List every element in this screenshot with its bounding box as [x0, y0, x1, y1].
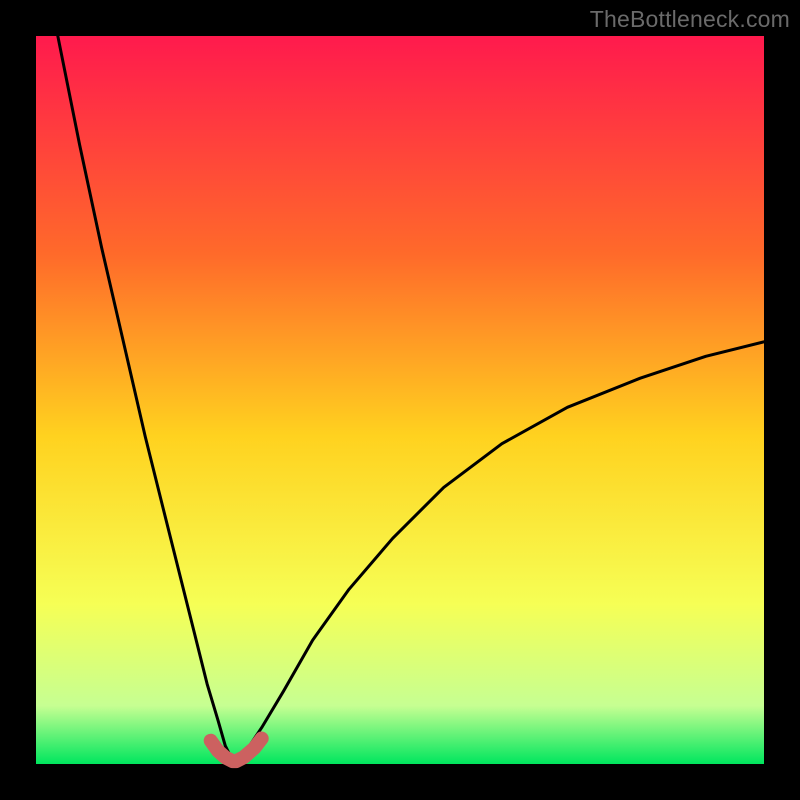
bottleneck-chart — [0, 0, 800, 800]
app-frame: TheBottleneck.com — [0, 0, 800, 800]
plot-background — [36, 36, 764, 764]
